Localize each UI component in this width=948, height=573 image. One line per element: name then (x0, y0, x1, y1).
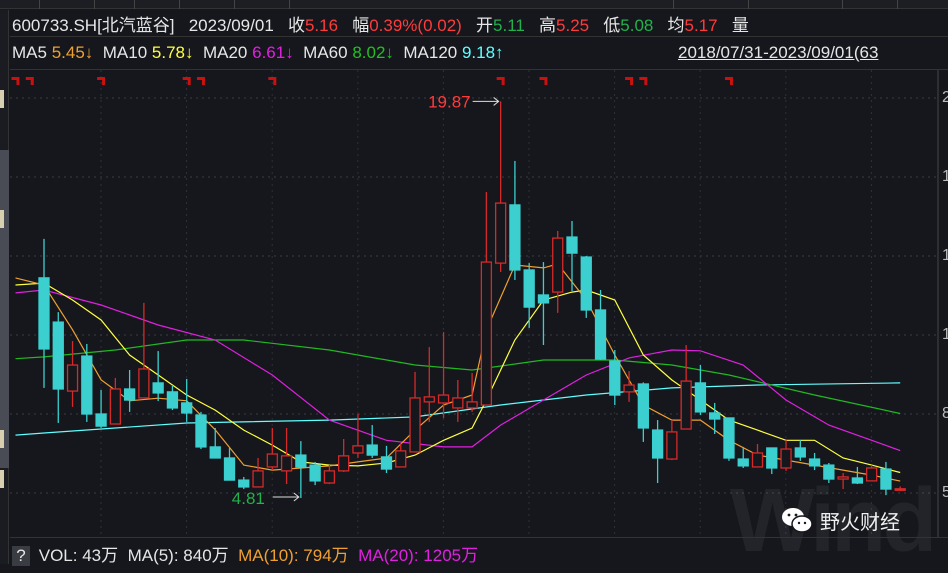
candle-down[interactable] (366, 444, 378, 456)
arrow-right-icon (272, 492, 300, 502)
candle-up[interactable] (666, 431, 678, 460)
candle-down[interactable] (723, 417, 735, 459)
info-marker-icon[interactable] (25, 77, 34, 85)
candle-down[interactable] (123, 388, 136, 401)
candle-up[interactable] (623, 384, 635, 393)
candle-up[interactable] (780, 448, 792, 469)
candle-up[interactable] (466, 401, 478, 409)
low-price-label: 4.81 (232, 489, 265, 508)
info-marker-icon[interactable] (539, 77, 548, 85)
candle-up[interactable] (338, 455, 350, 472)
candle-down[interactable] (195, 414, 207, 448)
y-tick-label: 11 (942, 326, 948, 343)
candle-down[interactable] (609, 360, 621, 396)
candle-down[interactable] (95, 413, 107, 427)
candle-up[interactable] (437, 394, 450, 404)
candle-up[interactable] (138, 368, 150, 399)
candle-up[interactable] (480, 261, 493, 406)
candle-up[interactable] (280, 455, 293, 472)
y-tick-label: 20 (942, 89, 948, 106)
vol-ma10: MA(10): 794万 (238, 546, 349, 565)
candle-down[interactable] (651, 429, 664, 459)
wechat-account-name: 野火财经 (820, 511, 900, 534)
wechat-icon (782, 508, 813, 533)
high-price-label: 19.87 (428, 92, 471, 111)
candle-down[interactable] (537, 294, 550, 304)
candle-down[interactable] (566, 236, 578, 254)
candle-down[interactable] (523, 269, 535, 308)
help-button[interactable]: ? (12, 546, 30, 566)
candle-down[interactable] (223, 457, 236, 481)
y-tick-label: 5 (942, 484, 948, 500)
vol-ma20: MA(20): 1205万 (358, 546, 479, 565)
candle-up[interactable] (323, 470, 336, 484)
candle-down[interactable] (295, 454, 307, 468)
candle-up[interactable] (266, 453, 278, 468)
candle-down[interactable] (38, 277, 50, 350)
volume-legend: ? VOL: 43万 MA(5): 840万 MA(10): 794万 MA(2… (12, 541, 478, 566)
candle-up[interactable] (66, 364, 79, 392)
candle-down[interactable] (309, 464, 321, 482)
candle-up[interactable] (409, 397, 421, 453)
candle-down[interactable] (594, 309, 607, 360)
candle-down[interactable] (181, 402, 193, 414)
candle-down[interactable] (209, 446, 221, 459)
candle-down[interactable] (509, 204, 521, 271)
vol-ma5: MA(5): 840万 (127, 546, 229, 565)
candle-down[interactable] (152, 382, 164, 394)
y-tick-label: 17 (942, 168, 948, 185)
y-tick-label: 8 (942, 405, 948, 422)
candle-down[interactable] (737, 458, 749, 467)
candle-down[interactable] (81, 355, 93, 415)
vol-value: VOL: 43万 (38, 546, 119, 565)
info-marker-icon[interactable] (639, 77, 648, 85)
candle-up[interactable] (252, 470, 264, 488)
info-marker-icon[interactable] (496, 77, 505, 85)
candle-down[interactable] (580, 256, 592, 311)
candle-down[interactable] (238, 479, 250, 488)
candle-down[interactable] (52, 321, 64, 390)
candle-up[interactable] (680, 380, 692, 430)
candle-up[interactable] (352, 445, 364, 454)
info-marker-icon[interactable] (724, 77, 733, 85)
candle-up[interactable] (552, 237, 564, 293)
info-marker-icon[interactable] (11, 77, 20, 85)
candle-down[interactable] (709, 412, 721, 420)
wechat-watermark: 野火财经 (780, 505, 900, 535)
candle-up[interactable] (751, 452, 764, 468)
candle-down[interactable] (766, 447, 778, 469)
candle-down[interactable] (380, 456, 393, 470)
candle-up[interactable] (494, 202, 507, 264)
info-marker-icon[interactable] (625, 77, 634, 85)
candle-up[interactable] (423, 396, 435, 403)
divider (10, 537, 948, 538)
candle-up[interactable] (109, 388, 121, 425)
candle-up[interactable] (395, 450, 407, 468)
candle-down[interactable] (166, 391, 179, 409)
price-axis: 20 17 14 11 8 5 (940, 70, 948, 500)
candle-down[interactable] (694, 382, 707, 413)
candle-down[interactable] (637, 383, 649, 429)
y-tick-label: 14 (942, 247, 948, 264)
candle-up[interactable] (452, 397, 464, 409)
info-marker-icon[interactable] (196, 77, 205, 85)
candle-down[interactable] (794, 447, 806, 458)
arrow-right-icon (472, 97, 500, 106)
candle-down[interactable] (808, 458, 821, 467)
